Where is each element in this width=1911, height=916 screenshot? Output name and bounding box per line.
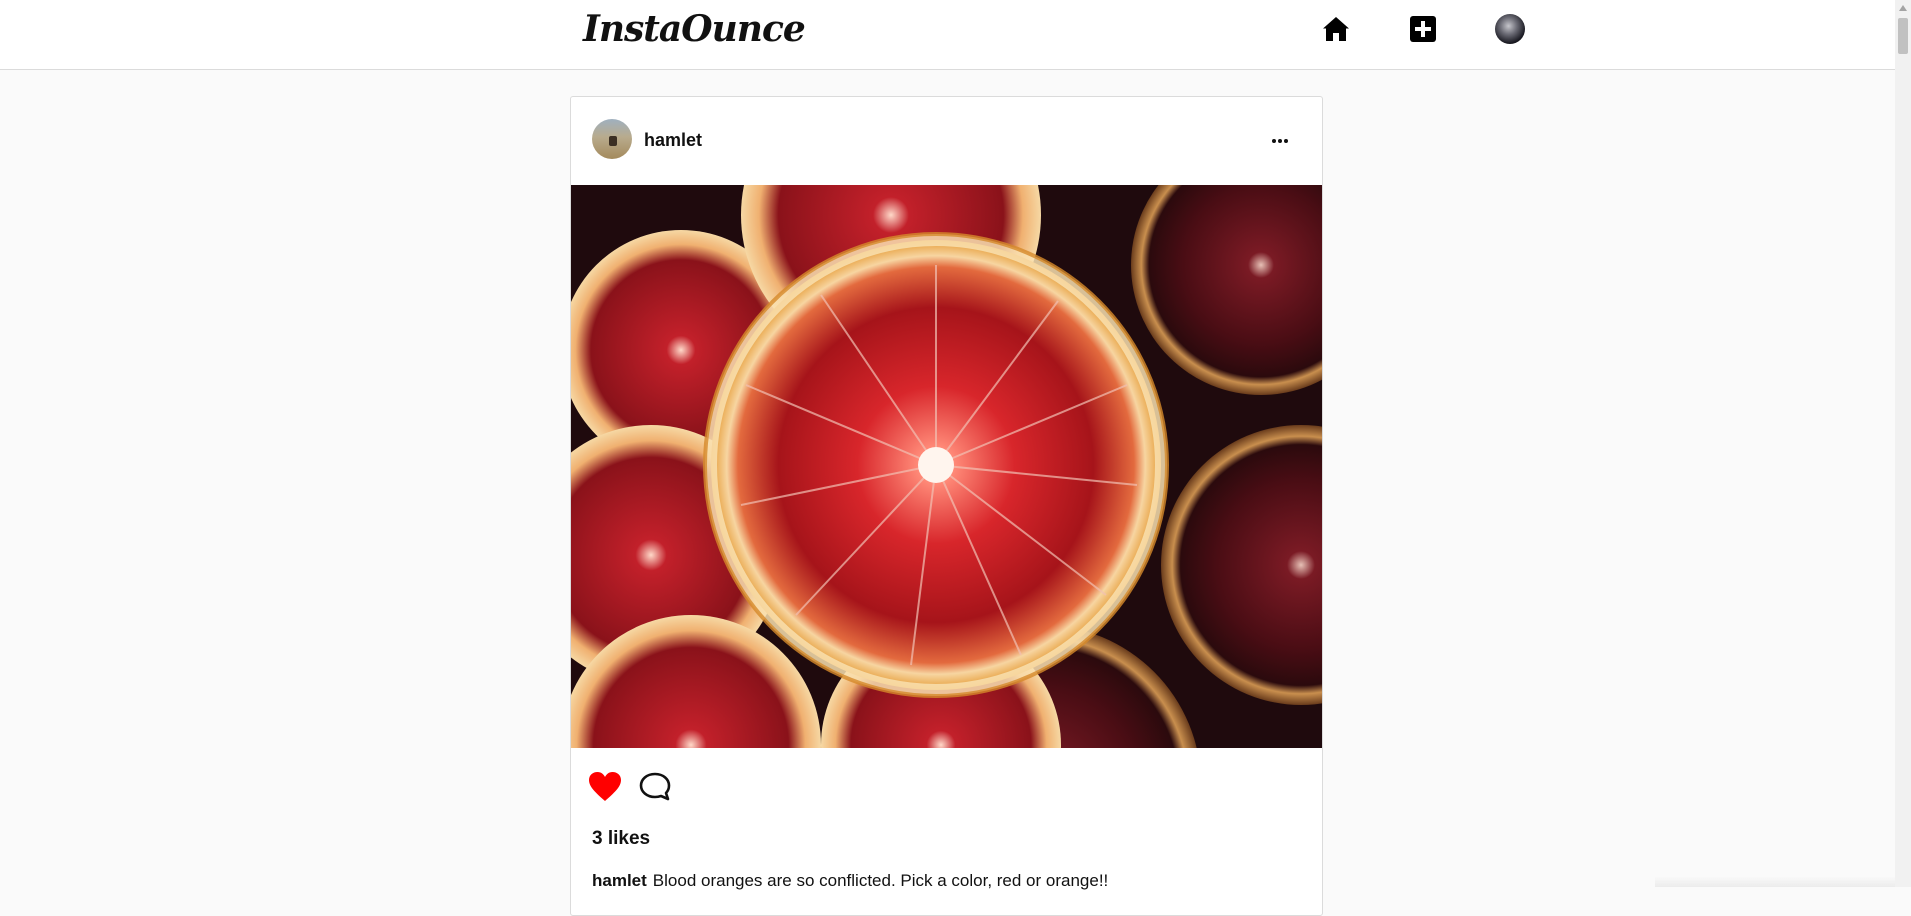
like-button[interactable] bbox=[588, 771, 622, 803]
more-options-icon bbox=[1272, 139, 1288, 143]
profile-button[interactable] bbox=[1495, 14, 1525, 44]
post-author-avatar[interactable] bbox=[592, 119, 632, 159]
post-actions bbox=[571, 769, 1322, 809]
likes-count[interactable]: 3 likes bbox=[592, 828, 650, 850]
page-scrollbar[interactable] bbox=[1895, 0, 1911, 887]
post-card: hamlet 3 likes hamlet Blood oranges are … bbox=[570, 96, 1323, 916]
top-navbar: InstaOunce bbox=[0, 0, 1895, 70]
heart-icon bbox=[589, 772, 621, 801]
scroll-up-arrow-icon[interactable] bbox=[1895, 0, 1911, 16]
add-post-icon bbox=[1410, 16, 1436, 42]
scrollbar-thumb[interactable] bbox=[1898, 18, 1908, 54]
new-post-button[interactable] bbox=[1408, 14, 1438, 44]
app-logo[interactable]: InstaOunce bbox=[583, 8, 806, 50]
post-header: hamlet bbox=[571, 97, 1322, 185]
more-options-button[interactable] bbox=[1268, 133, 1292, 149]
blood-orange-image bbox=[571, 185, 1322, 748]
post-author-username[interactable]: hamlet bbox=[644, 130, 702, 151]
caption-text: Blood oranges are so conflicted. Pick a … bbox=[652, 871, 1109, 890]
post-image[interactable] bbox=[571, 185, 1322, 748]
user-avatar bbox=[1495, 14, 1525, 44]
comment-bubble-icon bbox=[639, 772, 671, 801]
home-icon bbox=[1323, 17, 1349, 41]
caption-username[interactable]: hamlet bbox=[592, 871, 647, 890]
post-caption: hamlet Blood oranges are so conflicted. P… bbox=[592, 871, 1108, 891]
comment-button[interactable] bbox=[638, 771, 672, 803]
home-button[interactable] bbox=[1321, 14, 1351, 44]
bottom-right-shadow bbox=[1655, 876, 1895, 887]
